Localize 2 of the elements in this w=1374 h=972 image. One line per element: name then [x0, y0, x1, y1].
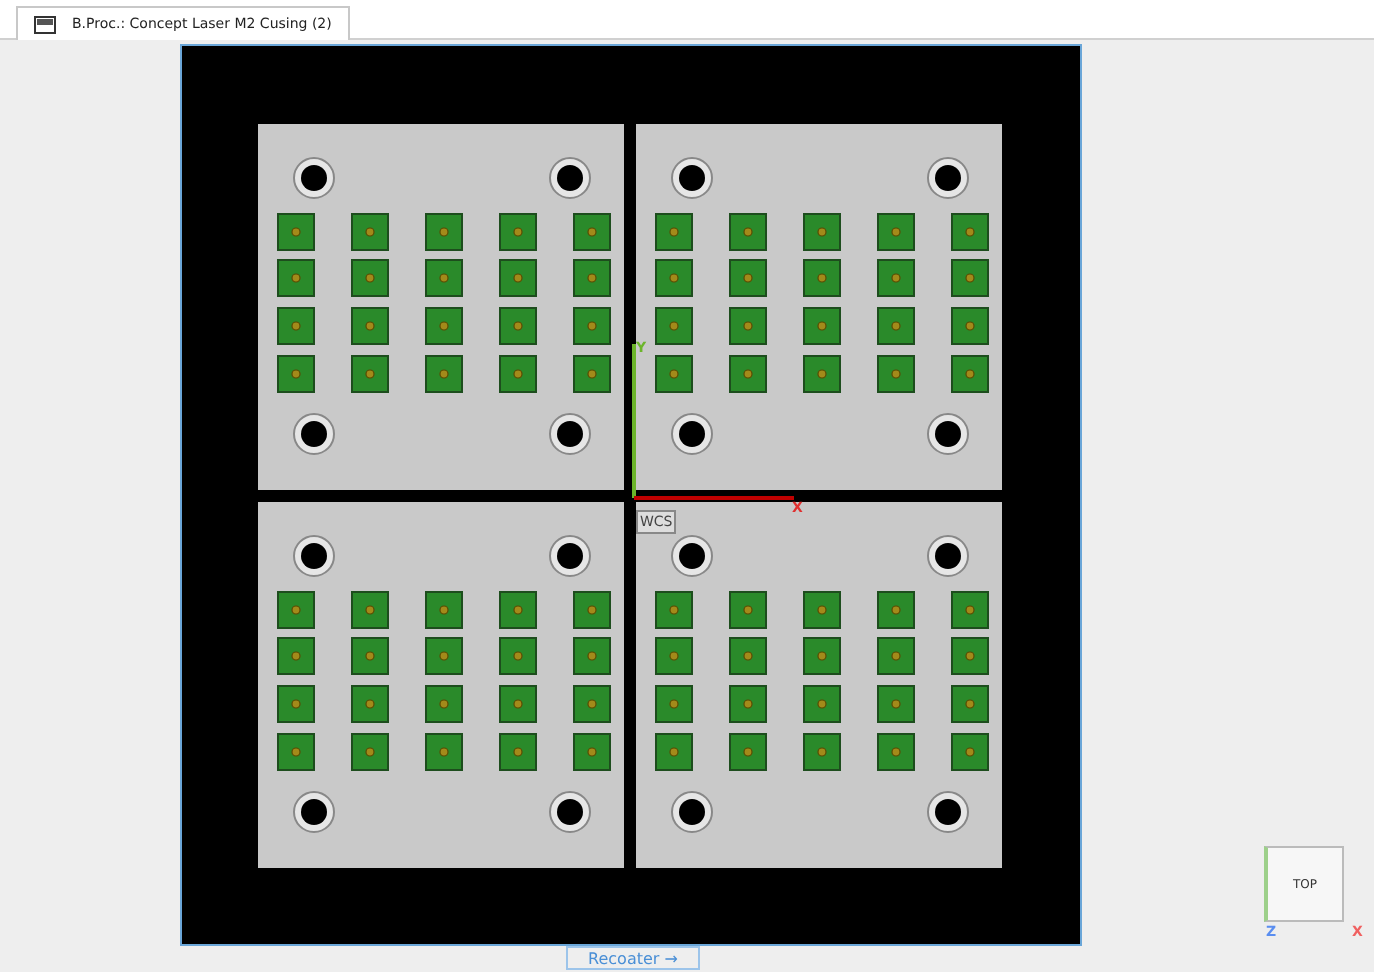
recoater-label: Recoater → — [566, 946, 700, 970]
printer-icon — [34, 15, 56, 33]
